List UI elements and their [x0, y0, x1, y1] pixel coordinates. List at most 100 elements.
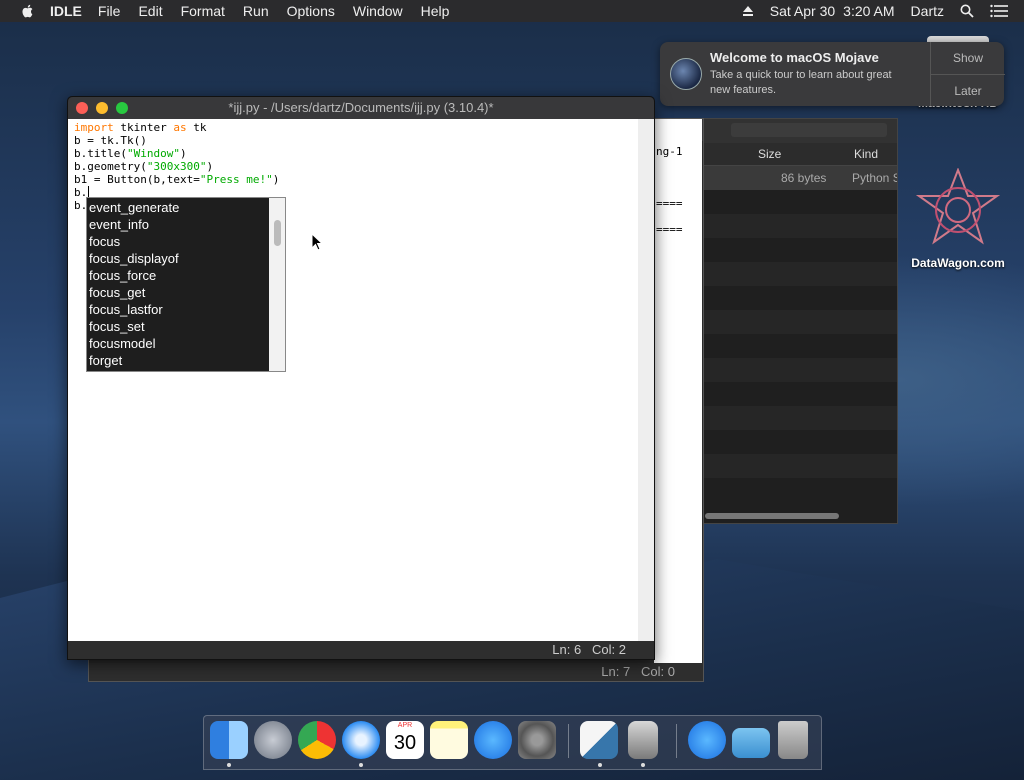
editor-titlebar[interactable]: *ijj.py - /Users/dartz/Documents/ijj.py … — [68, 97, 654, 119]
code-text: b.title( — [74, 147, 127, 160]
finder-row-kind: Python S — [852, 171, 897, 185]
zoom-window-icon[interactable] — [116, 102, 128, 114]
code-text: ) — [272, 173, 280, 186]
running-indicator — [359, 763, 363, 767]
close-window-icon[interactable] — [76, 102, 88, 114]
desktop-icon-label: DataWagon.com — [911, 256, 1005, 270]
idle-editor-window[interactable]: *ijj.py - /Users/dartz/Documents/ijj.py … — [67, 96, 655, 660]
running-indicator — [227, 763, 231, 767]
menu-file[interactable]: File — [98, 3, 121, 19]
running-indicator — [641, 763, 645, 767]
code-string: "Press me!" — [199, 173, 273, 186]
autocomplete-list[interactable]: event_generate event_info focus focus_di… — [86, 197, 286, 372]
shell-line-col: Ln: 7 Col: 0 — [601, 664, 675, 679]
dock-separator — [568, 724, 569, 758]
running-indicator — [598, 763, 602, 767]
finder-search-field[interactable] — [731, 123, 887, 137]
menu-window[interactable]: Window — [353, 3, 403, 19]
network-star-icon — [915, 168, 1001, 245]
chrome-icon[interactable] — [298, 721, 336, 759]
notification-center-icon[interactable] — [990, 4, 1008, 18]
desktop-icon-datawagon[interactable]: DataWagon.com — [903, 168, 1013, 270]
shell-output-text: ng-1 — [656, 145, 683, 158]
app-store-download-icon[interactable] — [688, 721, 726, 759]
editor-vertical-scrollbar[interactable] — [638, 119, 654, 641]
notification-body: Take a quick tour to learn about great n… — [710, 69, 892, 96]
finder-row-size: 86 bytes — [781, 171, 827, 185]
menu-format[interactable]: Format — [181, 3, 225, 19]
notification-title: Welcome to macOS Mojave — [710, 50, 879, 65]
app-store-icon[interactable] — [474, 721, 512, 759]
code-line: import tkinter as tk — [74, 121, 206, 134]
menu-bar: IDLE File Edit Format Run Options Window… — [0, 0, 1024, 22]
menu-options[interactable]: Options — [287, 3, 335, 19]
launchpad-icon[interactable] — [254, 721, 292, 759]
notification-banner[interactable]: Welcome to macOS Mojave Take a quick tou… — [660, 42, 1005, 106]
trash-icon[interactable] — [778, 721, 808, 759]
shell-separator: ==== — [656, 197, 683, 210]
autocomplete-item[interactable]: focus — [89, 233, 120, 250]
code-line: b.title("Window") — [74, 147, 187, 160]
notification-actions: Show Later — [930, 42, 1005, 106]
system-preferences-icon[interactable] — [518, 721, 556, 759]
dock-separator — [676, 724, 677, 758]
editor-line-col: Ln: 6 Col: 2 — [552, 642, 626, 657]
dock: APR 30 — [203, 715, 822, 770]
finder-col-size[interactable]: Size — [758, 147, 781, 161]
notification-show-button[interactable]: Show — [931, 42, 1005, 75]
code-text: b1 = Button(b,text= — [74, 173, 200, 186]
finder-col-kind[interactable]: Kind — [854, 147, 878, 161]
notification-later-button[interactable]: Later — [931, 75, 1005, 107]
menu-run[interactable]: Run — [243, 3, 269, 19]
autocomplete-item[interactable]: event_info — [89, 216, 149, 233]
autocomplete-item[interactable]: focus_get — [89, 284, 145, 301]
menu-app-name[interactable]: IDLE — [50, 3, 82, 19]
mouse-pointer-icon — [311, 233, 323, 251]
autocomplete-scrollbar[interactable] — [269, 198, 285, 371]
mojave-icon — [670, 58, 702, 90]
shell-status-bar: Ln: 7 Col: 0 — [89, 663, 703, 681]
autocomplete-item[interactable]: forget — [89, 352, 122, 369]
autocomplete-item[interactable]: focus_lastfor — [89, 301, 163, 318]
code-text: tk — [186, 121, 207, 134]
autocomplete-item[interactable]: focus_set — [89, 318, 145, 335]
menu-time[interactable]: 3:20 AM — [843, 3, 894, 19]
spotlight-search-icon[interactable] — [960, 4, 974, 18]
menu-user[interactable]: Dartz — [911, 3, 944, 19]
menu-edit[interactable]: Edit — [138, 3, 162, 19]
autocomplete-item[interactable]: focusmodel — [89, 335, 155, 352]
calendar-month: APR — [397, 722, 413, 729]
minimize-window-icon[interactable] — [96, 102, 108, 114]
apple-menu-icon[interactable] — [20, 3, 36, 19]
autocomplete-scroll-thumb[interactable] — [274, 220, 281, 246]
code-keyword: as — [173, 121, 187, 134]
eject-icon[interactable] — [742, 5, 754, 17]
code-keyword: import — [74, 121, 114, 134]
shell-separator: ==== — [656, 223, 683, 236]
python-launcher-rocket-icon[interactable] — [628, 721, 658, 759]
downloads-folder-icon[interactable] — [732, 728, 770, 758]
safari-icon[interactable] — [342, 721, 380, 759]
calendar-day: 30 — [393, 732, 417, 754]
code-text: ) — [206, 160, 214, 173]
editor-status-bar: Ln: 6 Col: 2 — [68, 641, 654, 659]
finder-horizontal-scrollbar[interactable] — [705, 513, 839, 519]
code-text: ) — [179, 147, 187, 160]
finder-icon[interactable] — [210, 721, 248, 759]
code-line: b = tk.Tk() — [74, 134, 147, 147]
code-text: b.geometry( — [74, 160, 147, 173]
calendar-icon[interactable]: APR 30 — [386, 721, 424, 759]
autocomplete-item[interactable]: focus_force — [89, 267, 156, 284]
code-text: tkinter — [113, 121, 174, 134]
code-line: b.geometry("300x300") — [74, 160, 213, 173]
editor-title: *ijj.py - /Users/dartz/Documents/ijj.py … — [228, 100, 494, 115]
notes-icon[interactable] — [430, 721, 468, 759]
menu-help[interactable]: Help — [421, 3, 450, 19]
shell-output[interactable]: ng-1 ==== ==== — [654, 119, 702, 663]
autocomplete-item[interactable]: focus_displayof — [89, 250, 179, 267]
code-string: "300x300" — [146, 160, 207, 173]
menu-date[interactable]: Sat Apr 30 — [770, 3, 835, 19]
idle-python-icon[interactable] — [580, 721, 618, 759]
code-line: b1 = Button(b,text="Press me!") — [74, 173, 279, 186]
autocomplete-item[interactable]: event_generate — [89, 199, 179, 216]
